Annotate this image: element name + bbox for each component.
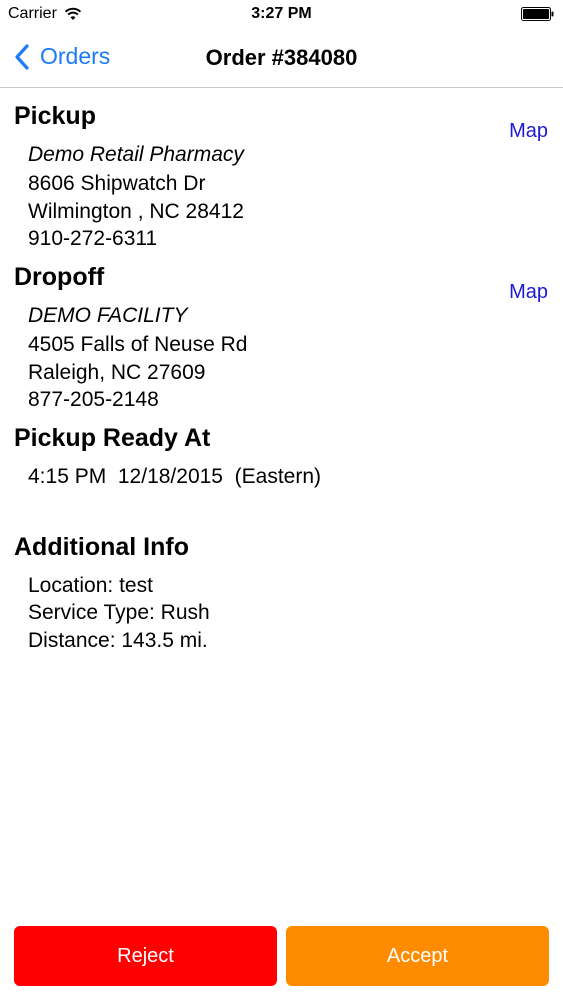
dropoff-map-link[interactable]: Map: [509, 281, 548, 304]
dropoff-phone: 877-205-2148: [28, 388, 159, 411]
location-info: Location: test: [28, 574, 153, 597]
reject-button[interactable]: Reject: [14, 926, 277, 986]
accept-button[interactable]: Accept: [286, 926, 549, 986]
pickup-title: Pickup: [14, 102, 96, 130]
page-title: Order #384080: [205, 45, 358, 70]
ready-title: Pickup Ready At: [14, 424, 211, 452]
navigation-bar: Orders Order #384080: [0, 30, 563, 88]
additional-info-title: Additional Info: [14, 533, 189, 561]
distance-info: Distance: 143.5 mi.: [28, 629, 208, 652]
status-bar: Carrier 3:27 PM: [0, 0, 563, 30]
dropoff-street: 4505 Falls of Neuse Rd: [28, 333, 248, 356]
ready-value: 4:15 PM 12/18/2015 (Eastern): [28, 465, 322, 488]
service-type-info: Service Type: Rush: [28, 601, 210, 624]
status-time: 3:27 PM: [251, 5, 312, 22]
order-detail-screen: Carrier 3:27 PM Orders Order #384080 Pic…: [0, 0, 563, 1000]
pickup-map-link[interactable]: Map: [509, 120, 548, 143]
pickup-phone: 910-272-6311: [28, 227, 158, 250]
battery-icon: [521, 7, 554, 21]
dropoff-title: Dropoff: [14, 263, 105, 291]
pickup-name: Demo Retail Pharmacy: [28, 143, 244, 166]
dropoff-city: Raleigh, NC 27609: [28, 361, 206, 384]
dropoff-name: DEMO FACILITY: [28, 304, 188, 327]
pickup-street: 8606 Shipwatch Dr: [28, 172, 206, 195]
pickup-city: Wilmington , NC 28412: [28, 200, 244, 223]
